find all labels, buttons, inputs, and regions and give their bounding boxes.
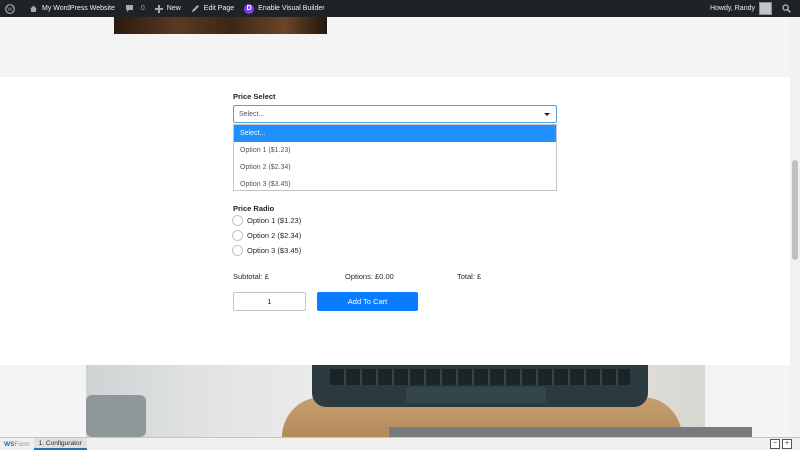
admin-bar: W My WordPress Website 0 New Edit Page D… — [0, 0, 800, 17]
user-account-menu[interactable]: Howdy, Randy — [705, 0, 777, 17]
radio-option-label: Option 1 ($1.23) — [247, 216, 302, 225]
select-option[interactable]: Select... — [234, 125, 556, 142]
new-content-link[interactable]: New — [150, 0, 186, 17]
radio-button[interactable] — [232, 215, 243, 226]
site-name-link[interactable]: My WordPress Website — [24, 0, 120, 17]
radio-option-2[interactable]: Option 2 ($2.34) — [232, 230, 301, 241]
overlay-panel — [389, 427, 752, 437]
photo-object — [86, 395, 146, 437]
svg-text:W: W — [7, 7, 13, 13]
total-text: Total: £ — [457, 272, 482, 281]
wordpress-logo-button[interactable]: W — [0, 0, 24, 17]
caret-down-icon — [544, 113, 550, 116]
user-greeting: Howdy, Randy — [709, 5, 755, 12]
comments-count: 0 — [140, 5, 145, 12]
select-option[interactable]: Option 1 ($1.23) — [234, 142, 556, 159]
price-select-label: Price Select — [233, 92, 276, 101]
product-image — [114, 17, 327, 34]
pencil-icon — [191, 5, 199, 12]
expand-icon[interactable]: + — [782, 439, 792, 449]
search-icon — [782, 4, 791, 13]
quantity-input[interactable]: 1 — [233, 292, 306, 311]
tab-configurator[interactable]: 1. Configurator — [33, 438, 87, 450]
add-to-cart-button[interactable]: Add To Cart — [317, 292, 418, 311]
edit-page-link[interactable]: Edit Page — [186, 0, 239, 17]
wordpress-icon: W — [5, 3, 15, 14]
edit-page-label: Edit Page — [203, 5, 235, 12]
minimize-icon[interactable]: − — [770, 439, 780, 449]
avatar — [759, 2, 772, 15]
wsform-debug-bar: WSForm 1. Configurator − + — [0, 437, 800, 450]
subtotal-text: Subtotal: £ — [233, 272, 269, 281]
laptop-trackpad — [406, 387, 546, 403]
price-select-dropdown: Select... Option 1 ($1.23) Option 2 ($2.… — [233, 124, 557, 191]
wsform-logo-main: WS — [4, 440, 15, 448]
radio-option-3[interactable]: Option 3 ($3.45) — [232, 245, 301, 256]
options-total-text: Options: £0.00 — [345, 272, 394, 281]
divi-icon: D — [244, 3, 255, 14]
radio-option-1[interactable]: Option 1 ($1.23) — [232, 215, 301, 226]
laptop-keyboard — [330, 369, 630, 385]
select-option[interactable]: Option 2 ($2.34) — [234, 159, 556, 176]
comment-bubble-icon — [125, 5, 133, 12]
home-icon — [30, 5, 37, 12]
radio-option-label: Option 3 ($3.45) — [247, 246, 302, 255]
visual-builder-link[interactable]: D Enable Visual Builder — [239, 0, 329, 17]
wsform-logo: WSForm — [0, 441, 34, 448]
hero-section — [0, 17, 800, 77]
scrollbar-thumb[interactable] — [792, 160, 798, 260]
search-button[interactable] — [777, 0, 800, 17]
plus-icon — [154, 4, 163, 13]
price-radio-label: Price Radio — [233, 204, 275, 213]
radio-option-label: Option 2 ($2.34) — [247, 231, 302, 240]
comments-link[interactable]: 0 — [120, 0, 150, 17]
wsform-logo-sub: Form — [14, 440, 30, 448]
site-name: My WordPress Website — [42, 5, 115, 12]
price-select-value: Select... — [239, 110, 265, 118]
radio-button[interactable] — [232, 245, 243, 256]
visual-builder-label: Enable Visual Builder — [258, 5, 325, 12]
radio-button[interactable] — [232, 230, 243, 241]
price-select[interactable]: Select... — [233, 105, 557, 123]
select-option[interactable]: Option 3 ($3.45) — [234, 176, 556, 193]
new-label: New — [166, 5, 181, 12]
